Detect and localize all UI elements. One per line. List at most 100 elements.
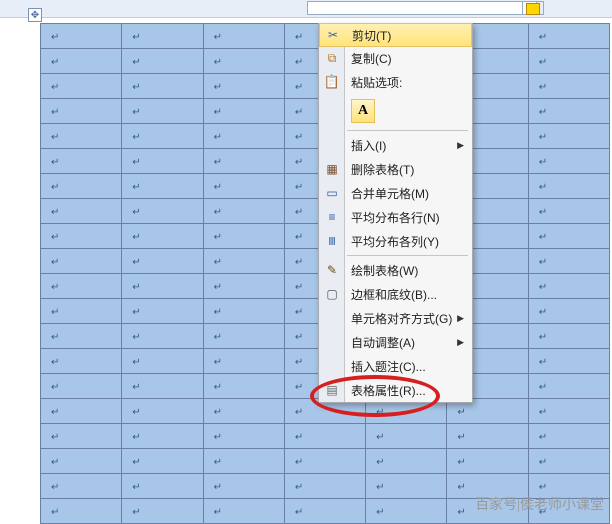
table-cell[interactable] [122,49,203,74]
table-cell[interactable] [528,374,609,399]
table-cell[interactable] [203,149,284,174]
table-cell[interactable] [528,474,609,499]
table-cell[interactable] [41,449,122,474]
menu-item[interactable]: 剪切(T) [319,23,472,47]
table-cell[interactable] [528,449,609,474]
table-cell[interactable] [122,349,203,374]
menu-item[interactable]: 自动调整(A) [319,330,472,354]
table-cell[interactable] [41,474,122,499]
table-cell[interactable] [41,224,122,249]
table-cell[interactable] [122,74,203,99]
table-cell[interactable] [528,324,609,349]
menu-item[interactable]: 平均分布各列(Y) [319,229,472,253]
table-cell[interactable] [122,449,203,474]
table-cell[interactable] [122,299,203,324]
table-cell[interactable] [41,299,122,324]
table-cell[interactable] [122,149,203,174]
menu-item[interactable]: 边框和底纹(B)... [319,282,472,306]
table-cell[interactable] [41,274,122,299]
table-cell[interactable] [528,274,609,299]
menu-item[interactable]: 插入题注(C)... [319,354,472,378]
table-cell[interactable] [203,224,284,249]
table-cell[interactable] [122,399,203,424]
table-cell[interactable] [41,149,122,174]
table-cell[interactable] [122,274,203,299]
table-cell[interactable] [41,174,122,199]
table-cell[interactable] [122,224,203,249]
table-cell[interactable] [41,99,122,124]
table-cell[interactable] [528,199,609,224]
menu-item[interactable]: 删除表格(T) [319,157,472,181]
table-cell[interactable] [528,399,609,424]
menu-item[interactable]: 表格属性(R)... [319,378,472,402]
table-cell[interactable] [122,499,203,524]
table-cell[interactable] [203,249,284,274]
table-cell[interactable] [122,474,203,499]
table-cell[interactable] [447,449,528,474]
table-cell[interactable] [122,374,203,399]
table-move-handle[interactable] [28,8,42,22]
table-cell[interactable] [203,124,284,149]
table-cell[interactable] [203,174,284,199]
table-cell[interactable] [203,274,284,299]
table-cell[interactable] [203,49,284,74]
table-cell[interactable] [528,174,609,199]
table-cell[interactable] [528,349,609,374]
table-cell[interactable] [41,424,122,449]
table-cell[interactable] [366,474,447,499]
table-cell[interactable] [447,499,528,524]
table-cell[interactable] [284,449,365,474]
table-cell[interactable] [122,24,203,49]
table-cell[interactable] [366,424,447,449]
table-cell[interactable] [528,249,609,274]
table-cell[interactable] [528,424,609,449]
table-cell[interactable] [366,499,447,524]
table-cell[interactable] [528,124,609,149]
table-cell[interactable] [203,399,284,424]
menu-item[interactable]: 合并单元格(M) [319,181,472,205]
table-cell[interactable] [528,74,609,99]
table-cell[interactable] [41,199,122,224]
menu-item[interactable]: 粘贴选项: [319,70,472,94]
menu-item[interactable]: 插入(I) [319,133,472,157]
table-cell[interactable] [284,474,365,499]
table-cell[interactable] [41,49,122,74]
table-cell[interactable] [203,199,284,224]
table-cell[interactable] [528,99,609,124]
table-cell[interactable] [41,249,122,274]
table-cell[interactable] [41,349,122,374]
toolbar-input-box[interactable] [307,1,537,15]
table-cell[interactable] [41,74,122,99]
table-cell[interactable] [203,324,284,349]
table-cell[interactable] [528,224,609,249]
table-cell[interactable] [528,49,609,74]
table-cell[interactable] [203,499,284,524]
table-cell[interactable] [284,499,365,524]
table-cell[interactable] [203,74,284,99]
table-cell[interactable] [122,324,203,349]
menu-item[interactable]: 复制(C) [319,46,472,70]
table-cell[interactable] [203,374,284,399]
table-cell[interactable] [122,174,203,199]
table-cell[interactable] [122,124,203,149]
table-cell[interactable] [528,499,609,524]
table-cell[interactable] [447,474,528,499]
table-cell[interactable] [203,424,284,449]
table-cell[interactable] [122,249,203,274]
table-cell[interactable] [284,424,365,449]
table-cell[interactable] [41,499,122,524]
table-cell[interactable] [41,124,122,149]
menu-item[interactable]: 平均分布各行(N) [319,205,472,229]
table-cell[interactable] [528,24,609,49]
table-cell[interactable] [122,199,203,224]
table-cell[interactable] [203,24,284,49]
table-cell[interactable] [41,374,122,399]
table-cell[interactable] [203,449,284,474]
table-cell[interactable] [366,449,447,474]
table-cell[interactable] [203,299,284,324]
menu-item[interactable]: 单元格对齐方式(G) [319,306,472,330]
table-cell[interactable] [203,474,284,499]
paste-option-keep-text[interactable]: A [351,99,375,123]
table-cell[interactable] [528,149,609,174]
table-cell[interactable] [528,299,609,324]
